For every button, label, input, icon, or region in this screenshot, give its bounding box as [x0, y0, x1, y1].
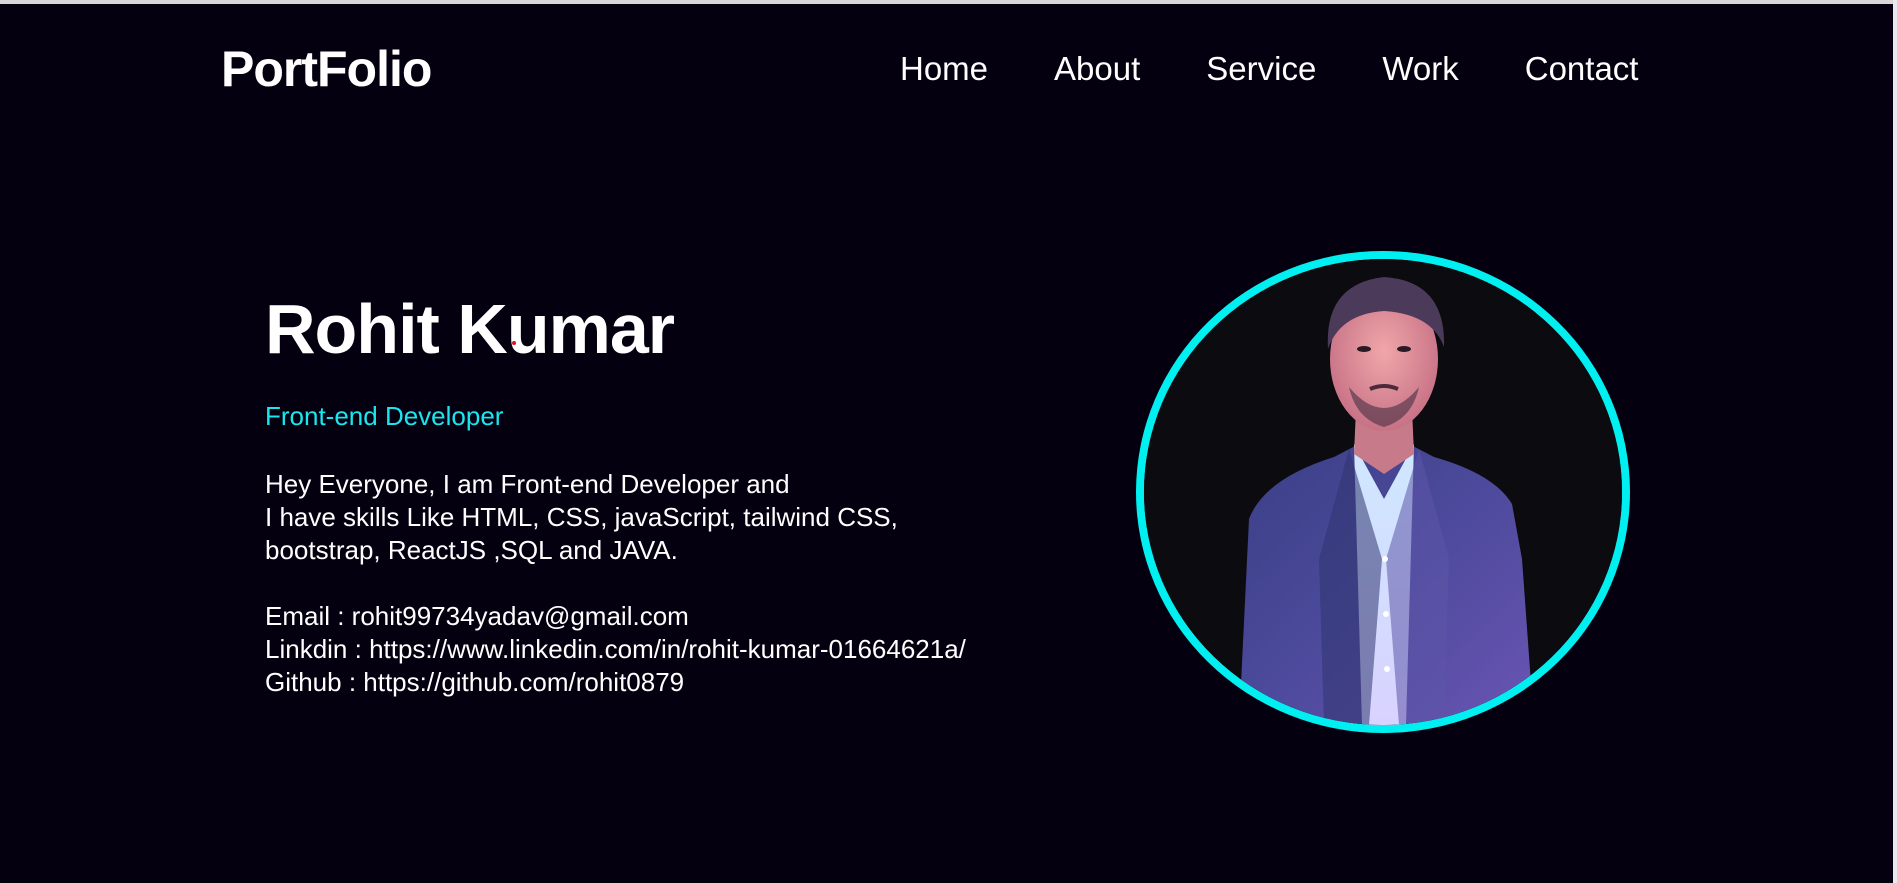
intro-line: bootstrap, ReactJS ,SQL and JAVA.: [265, 535, 678, 565]
main-nav: Home About Service Work Contact: [900, 50, 1638, 88]
hero-role: Front-end Developer: [265, 401, 504, 431]
site-logo[interactable]: PortFolio: [221, 40, 432, 98]
portfolio-page: PortFolio Home About Service Work Contac…: [0, 4, 1893, 883]
hero-name-text: Rohit Kumar: [265, 290, 675, 368]
profile-photo: [1136, 251, 1630, 733]
hero-intro: Hey Everyone, I am Front-end Developer a…: [265, 468, 1065, 567]
hero-section: Rohit Kumar Front-end Developer Hey Ever…: [265, 289, 1065, 699]
cursor-dot: [512, 341, 516, 345]
hero-name: Rohit Kumar: [265, 289, 1065, 369]
linkedin-line[interactable]: Linkdin : https://www.linkedin.com/in/ro…: [265, 633, 1065, 666]
intro-line: I have skills Like HTML, CSS, javaScript…: [265, 502, 898, 532]
contact-info: Email : rohit99734yadav@gmail.com Linkdi…: [265, 600, 1065, 699]
person-photo-icon: [1144, 259, 1622, 725]
nav-service-link[interactable]: Service: [1206, 50, 1316, 88]
intro-line: Hey Everyone, I am Front-end Developer a…: [265, 469, 790, 499]
nav-about-link[interactable]: About: [1054, 50, 1140, 88]
email-line[interactable]: Email : rohit99734yadav@gmail.com: [265, 600, 1065, 633]
nav-contact-link[interactable]: Contact: [1525, 50, 1639, 88]
window-right-border: [1893, 0, 1897, 883]
nav-home-link[interactable]: Home: [900, 50, 988, 88]
github-line[interactable]: Github : https://github.com/rohit0879: [265, 666, 1065, 699]
nav-work-link[interactable]: Work: [1382, 50, 1458, 88]
